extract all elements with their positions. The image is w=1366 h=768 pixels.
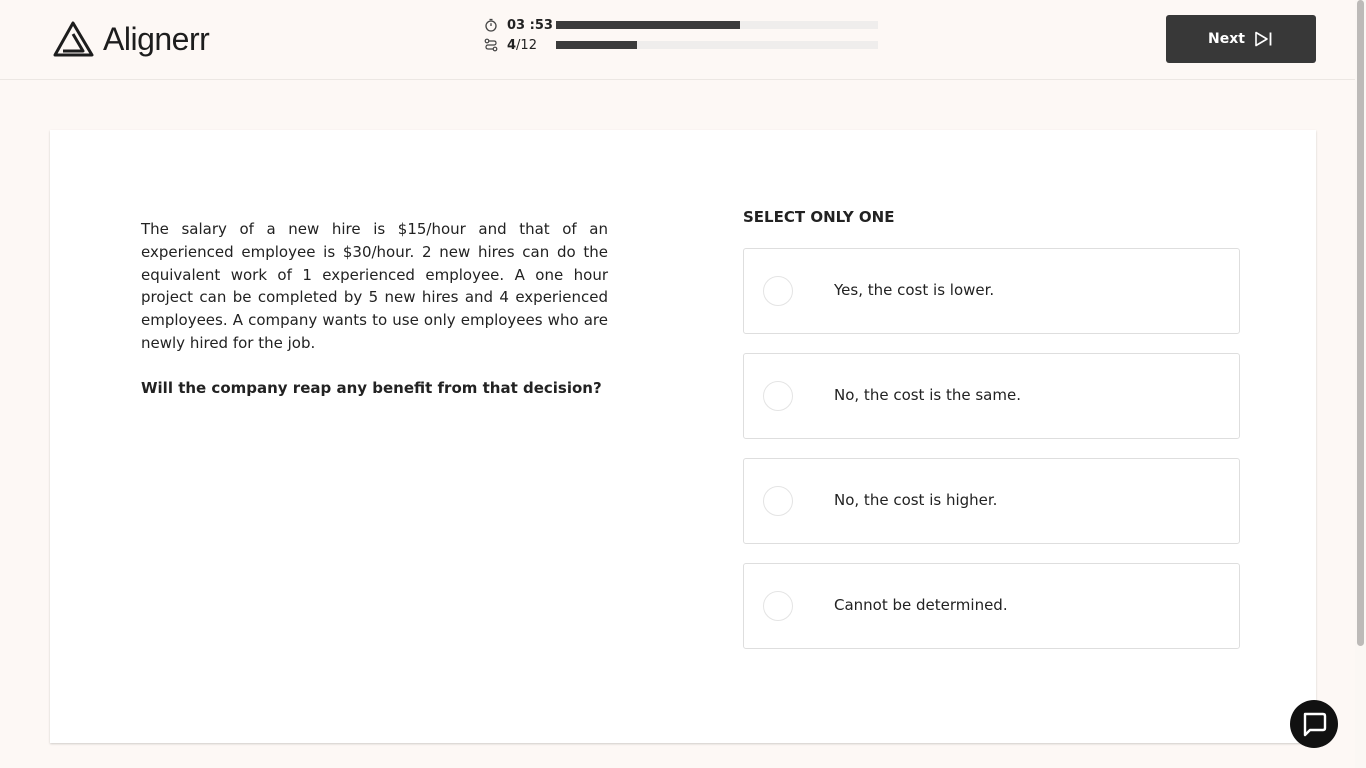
answer-option-3[interactable]: No, the cost is higher. (743, 458, 1240, 544)
header: Alignerr 03 :53 4/12 Next (0, 0, 1355, 80)
timer-bar (556, 21, 878, 29)
radio-button[interactable] (763, 591, 793, 621)
chat-bubble-icon (1303, 712, 1327, 737)
timer-seconds: 53 (534, 17, 553, 33)
skip-forward-icon (1255, 31, 1272, 47)
question-passage: The salary of a new hire is $15/hour and… (141, 220, 608, 352)
question-progress: 4/12 (484, 37, 878, 53)
aligner-logo-icon (53, 21, 94, 56)
radio-button[interactable] (763, 381, 793, 411)
answer-option-2[interactable]: No, the cost is the same. (743, 353, 1240, 439)
brand-logo[interactable]: Alignerr (53, 20, 210, 58)
timer-progress: 03 :53 (484, 17, 878, 33)
question-total: /12 (516, 37, 537, 53)
brand-name: Alignerr (103, 21, 210, 57)
answer-option-label: Cannot be determined. (834, 596, 1008, 614)
answer-option-label: Yes, the cost is lower. (834, 281, 995, 299)
answer-option-label: No, the cost is the same. (834, 386, 1021, 404)
question-block: The salary of a new hire is $15/hour and… (141, 218, 608, 400)
timer-bar-fill (556, 21, 740, 29)
chat-button[interactable] (1290, 700, 1338, 748)
question-current: 4 (507, 37, 517, 53)
next-label: Next (1208, 31, 1245, 47)
route-icon (484, 38, 498, 52)
question-bar (556, 41, 878, 49)
timer-text: 03 :53 (507, 18, 553, 33)
stopwatch-icon (484, 18, 498, 32)
question-count: 4/12 (507, 38, 553, 53)
radio-button[interactable] (763, 276, 793, 306)
answer-option-label: No, the cost is higher. (834, 491, 998, 509)
answer-option-4[interactable]: Cannot be determined. (743, 563, 1240, 649)
page-scrollbar[interactable] (1355, 0, 1366, 768)
radio-button[interactable] (763, 486, 793, 516)
answer-option-1[interactable]: Yes, the cost is lower. (743, 248, 1240, 334)
question-card: The salary of a new hire is $15/hour and… (50, 130, 1316, 743)
timer-minutes: 03 (507, 17, 526, 33)
question-bar-fill (556, 41, 637, 49)
question-prompt: Will the company reap any benefit from t… (141, 378, 602, 397)
select-instruction: SELECT ONLY ONE (743, 208, 895, 226)
scrollbar-thumb[interactable] (1357, 0, 1364, 646)
next-button[interactable]: Next (1166, 15, 1316, 63)
